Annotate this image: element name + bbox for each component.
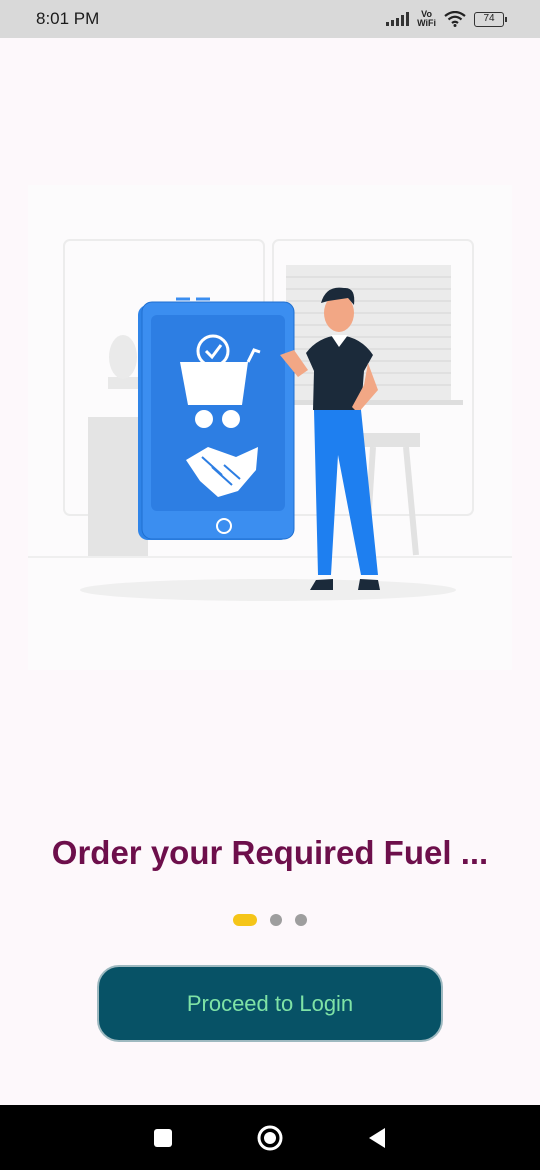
proceed-to-login-label: Proceed to Login — [186, 990, 354, 1016]
battery-icon: 74 — [474, 11, 507, 27]
back-button[interactable] — [357, 1118, 397, 1158]
signal-icon — [386, 12, 410, 26]
recent-apps-button[interactable] — [143, 1118, 183, 1158]
page-dot-1-active[interactable] — [233, 914, 257, 926]
page-indicator — [0, 914, 540, 926]
home-icon — [257, 1125, 283, 1150]
recent-apps-icon — [154, 1128, 173, 1147]
onboarding-title: Order your Required Fuel ... — [51, 834, 489, 871]
proceed-to-login-button[interactable]: Proceed to Login — [97, 965, 443, 1042]
wifi-icon — [444, 11, 466, 27]
back-icon — [368, 1127, 385, 1148]
vowifi-icon: Vo WiFi — [417, 9, 436, 28]
shopping-handshake-illustration — [28, 239, 512, 601]
page-dot-2[interactable] — [270, 914, 282, 926]
system-nav-bar — [0, 1105, 540, 1170]
onboarding-illustration — [28, 185, 512, 670]
status-time: 8:01 PM — [36, 9, 100, 28]
home-button[interactable] — [250, 1118, 290, 1158]
status-icons: Vo WiFi 74 — [386, 9, 507, 28]
page-dot-3[interactable] — [295, 914, 307, 926]
status-bar: 8:01 PM Vo WiFi 74 — [0, 0, 540, 38]
